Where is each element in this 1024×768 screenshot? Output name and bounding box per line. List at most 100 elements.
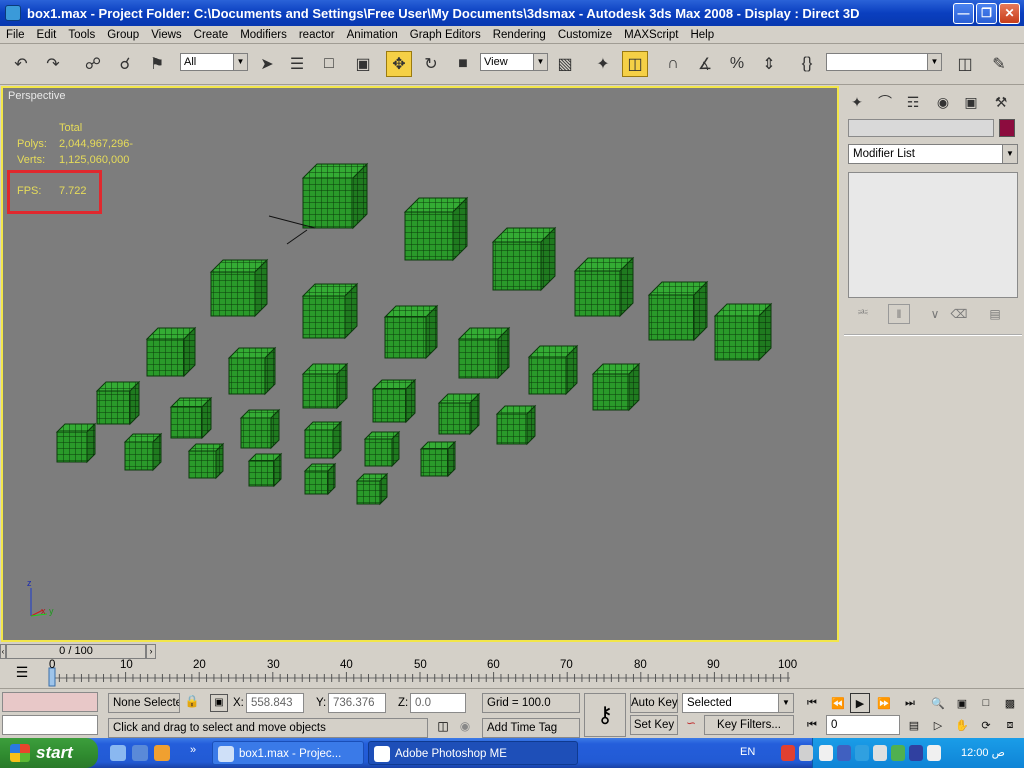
box-mesh[interactable] bbox=[403, 196, 469, 262]
current-frame-field[interactable]: 0 bbox=[826, 715, 900, 735]
box-mesh[interactable] bbox=[527, 344, 579, 396]
menu-reactor[interactable]: reactor bbox=[293, 29, 341, 41]
box-mesh[interactable] bbox=[301, 282, 359, 340]
time-slider[interactable]: ‹ 0 / 100 › bbox=[0, 643, 839, 660]
menu-maxscript[interactable]: MAXScript bbox=[618, 29, 684, 41]
go-to-end-icon[interactable]: ⏭ bbox=[900, 693, 920, 713]
menu-create[interactable]: Create bbox=[188, 29, 235, 41]
language-indicator[interactable]: EN bbox=[740, 746, 755, 758]
select-object-icon[interactable]: ➤ bbox=[254, 51, 280, 77]
percent-snap-icon[interactable]: % bbox=[724, 51, 750, 77]
box-mesh[interactable] bbox=[301, 162, 369, 230]
menu-file[interactable]: File bbox=[0, 29, 31, 41]
modify-tab-icon[interactable]: ⌒ bbox=[872, 90, 898, 114]
close-button[interactable]: ✕ bbox=[999, 2, 1020, 24]
select-and-link-icon[interactable]: ☍ bbox=[80, 51, 106, 77]
motion-tab-icon[interactable]: ◉ bbox=[930, 90, 956, 114]
key-mode-toggle-icon[interactable]: ⏮ bbox=[802, 715, 822, 735]
lock-icon[interactable]: 🔒 bbox=[184, 694, 200, 712]
remove-modifier-icon[interactable]: ⌫ bbox=[948, 304, 970, 324]
bind-to-space-warp-icon[interactable]: ⚑ bbox=[144, 51, 170, 77]
quick-launch-overflow-icon[interactable]: » bbox=[190, 744, 196, 756]
key-mode-dropdown[interactable]: Selected ▼ bbox=[682, 693, 794, 713]
tray-app-icon[interactable] bbox=[855, 745, 869, 761]
quick-launch-icon[interactable] bbox=[154, 745, 170, 761]
select-and-rotate-icon[interactable]: ↻ bbox=[418, 51, 444, 77]
speaker-icon[interactable] bbox=[781, 745, 795, 761]
pan-view-icon[interactable]: ✋ bbox=[952, 715, 972, 735]
tray-app-icon[interactable] bbox=[819, 745, 833, 761]
set-key-button[interactable]: Set Key bbox=[630, 715, 678, 735]
make-unique-icon[interactable]: ∨ bbox=[924, 304, 946, 324]
box-mesh[interactable] bbox=[591, 362, 641, 412]
box-mesh[interactable] bbox=[647, 280, 709, 342]
box-mesh[interactable] bbox=[209, 258, 269, 318]
menu-group[interactable]: Group bbox=[101, 29, 145, 41]
menu-animation[interactable]: Animation bbox=[341, 29, 404, 41]
named-selection-dropdown[interactable]: ▼ bbox=[826, 53, 942, 71]
track-bar[interactable]: ☰ 0 10 20 30 40 50 60 70 80 90 100 bbox=[0, 659, 839, 688]
clock[interactable]: 12:00 ص bbox=[961, 746, 1005, 759]
zoom-icon[interactable]: 🔍 bbox=[928, 693, 948, 713]
menu-modifiers[interactable]: Modifiers bbox=[234, 29, 293, 41]
default-tangents-icon[interactable]: ∽ bbox=[682, 716, 700, 734]
window-crossing-icon[interactable]: ▣ bbox=[350, 51, 376, 77]
object-name-field[interactable] bbox=[848, 119, 994, 137]
perspective-viewport[interactable]: Perspective Total Polys: 2,044,967,296- … bbox=[1, 86, 839, 642]
menu-tools[interactable]: Tools bbox=[62, 29, 101, 41]
align-icon[interactable]: ✎ bbox=[986, 51, 1012, 77]
selection-filter-dropdown[interactable]: All ▼ bbox=[180, 53, 248, 71]
menu-help[interactable]: Help bbox=[684, 29, 720, 41]
hierarchy-tab-icon[interactable]: ☶ bbox=[900, 90, 926, 114]
box-mesh[interactable] bbox=[169, 396, 213, 440]
field-of-view-icon[interactable]: ▷ bbox=[928, 715, 948, 735]
box-mesh[interactable] bbox=[573, 256, 635, 318]
tray-app-icon[interactable] bbox=[799, 745, 813, 761]
edit-named-selection-icon[interactable]: {} bbox=[794, 51, 820, 77]
utilities-tab-icon[interactable]: ⚒ bbox=[988, 90, 1014, 114]
select-and-move-icon[interactable]: ✥ bbox=[386, 51, 412, 77]
key-filters-button[interactable]: Key Filters... bbox=[704, 715, 794, 735]
minimize-button[interactable]: — bbox=[953, 2, 974, 24]
y-coordinate-field[interactable]: 736.376 bbox=[328, 693, 386, 713]
zoom-extents-all-icon[interactable]: ▩ bbox=[1000, 693, 1020, 713]
zoom-all-icon[interactable]: ▣ bbox=[952, 693, 972, 713]
box-mesh[interactable] bbox=[371, 378, 417, 424]
maximize-button[interactable]: ❐ bbox=[976, 2, 997, 24]
time-configuration-icon[interactable]: ▤ bbox=[904, 715, 924, 735]
display-tab-icon[interactable]: ▣ bbox=[958, 90, 984, 114]
unlink-selection-icon[interactable]: ☌ bbox=[112, 51, 138, 77]
reference-coordinate-dropdown[interactable]: View ▼ bbox=[480, 53, 548, 71]
box-mesh[interactable] bbox=[303, 420, 343, 460]
modifier-list-dropdown[interactable]: Modifier List ▼ bbox=[848, 144, 1018, 164]
box-mesh[interactable] bbox=[55, 422, 97, 464]
box-mesh[interactable] bbox=[145, 326, 197, 378]
tray-app-icon[interactable] bbox=[837, 745, 851, 761]
pivot-center-icon[interactable]: ▧ bbox=[552, 51, 578, 77]
box-mesh[interactable] bbox=[247, 452, 283, 488]
box-mesh[interactable] bbox=[187, 442, 225, 480]
spinner-snap-icon[interactable]: ⇕ bbox=[756, 51, 782, 77]
task-photoshop[interactable]: Adobe Photoshop ME bbox=[368, 741, 578, 765]
time-slider-knob[interactable]: 0 / 100 bbox=[6, 644, 146, 659]
arc-rotate-icon[interactable]: ⟳ bbox=[976, 715, 996, 735]
box-mesh[interactable] bbox=[123, 432, 163, 472]
maximize-viewport-icon[interactable]: ⧈ bbox=[1000, 715, 1020, 735]
title-bar[interactable]: box1.max - Project Folder: C:\Documents … bbox=[0, 0, 1024, 26]
pin-stack-icon[interactable]: ⎃ bbox=[852, 304, 874, 324]
box-mesh[interactable] bbox=[239, 408, 281, 450]
go-to-start-icon[interactable]: ⏮ bbox=[802, 693, 822, 713]
slider-next-icon[interactable]: › bbox=[146, 644, 156, 659]
box-mesh[interactable] bbox=[355, 472, 389, 506]
isolate-selection-icon[interactable]: ◫ bbox=[434, 719, 452, 737]
box-mesh[interactable] bbox=[363, 430, 401, 468]
app-icon[interactable] bbox=[5, 5, 21, 21]
rectangular-selection-icon[interactable]: □ bbox=[316, 51, 342, 77]
box-mesh[interactable] bbox=[491, 226, 557, 292]
box-mesh[interactable] bbox=[301, 362, 349, 410]
maxscript-listener-mini[interactable] bbox=[2, 692, 98, 712]
menu-edit[interactable]: Edit bbox=[31, 29, 63, 41]
box-mesh[interactable] bbox=[227, 346, 277, 396]
auto-key-button[interactable]: Auto Key bbox=[630, 693, 678, 713]
task-3dsmax[interactable]: box1.max - Projec... bbox=[212, 741, 364, 765]
